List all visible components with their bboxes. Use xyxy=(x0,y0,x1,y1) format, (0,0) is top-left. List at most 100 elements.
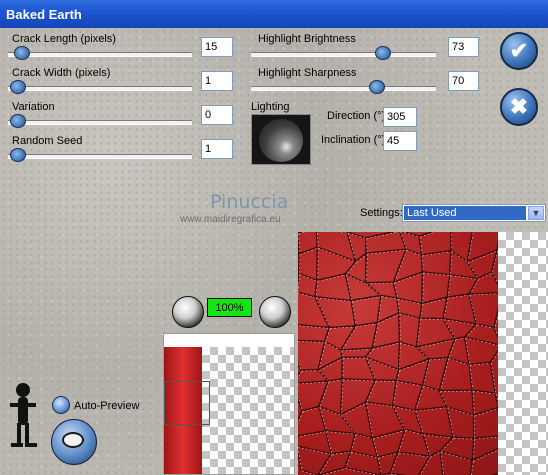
crack-line xyxy=(340,325,357,351)
crack-line xyxy=(414,406,448,412)
crack-line xyxy=(414,410,424,435)
crack-highlight xyxy=(399,359,430,371)
crack-width-slider[interactable] xyxy=(8,80,192,94)
light-sphere-icon xyxy=(259,119,303,162)
crack-highlight xyxy=(319,381,330,408)
crack-line xyxy=(298,430,326,437)
variation-input[interactable]: 0 xyxy=(201,105,233,125)
random-seed-slider[interactable] xyxy=(8,148,192,162)
highlight-brightness-slider[interactable] xyxy=(251,46,436,60)
crack-line xyxy=(416,338,456,348)
crack-line xyxy=(489,349,498,363)
crack-highlight xyxy=(366,232,400,239)
crack-highlight xyxy=(448,339,457,359)
main-preview[interactable] xyxy=(298,232,498,475)
zoom-in-button[interactable] xyxy=(259,296,291,328)
crack-line xyxy=(298,447,302,471)
crack-line xyxy=(391,405,406,430)
crack-line xyxy=(372,428,405,439)
crack-highlight xyxy=(318,357,344,371)
preview-button[interactable] xyxy=(51,419,97,465)
crack-width-input[interactable]: 1 xyxy=(201,71,233,91)
crack-line xyxy=(439,450,444,475)
random-seed-slider-thumb[interactable] xyxy=(10,148,26,162)
crack-length-slider-thumb[interactable] xyxy=(14,46,30,60)
navigator-viewport-box[interactable] xyxy=(164,381,210,425)
crack-line xyxy=(421,358,430,386)
crack-line xyxy=(317,341,326,370)
crack-line xyxy=(377,451,399,459)
zoom-out-button[interactable] xyxy=(172,296,204,328)
crack-line xyxy=(366,248,407,255)
highlight-sharpness-slider-thumb[interactable] xyxy=(369,80,385,94)
crack-line xyxy=(405,248,422,256)
direction-input[interactable]: 305 xyxy=(383,107,417,127)
crack-line xyxy=(372,341,400,349)
crack-line xyxy=(392,404,415,412)
crack-length-input[interactable]: 15 xyxy=(201,37,233,57)
variation-slider-thumb[interactable] xyxy=(10,114,26,128)
crack-line xyxy=(315,296,352,302)
crack-line xyxy=(417,455,431,475)
crack-line xyxy=(396,379,423,387)
lighting-sphere-control[interactable] xyxy=(251,114,311,165)
crack-line xyxy=(346,232,366,239)
random-seed-input[interactable]: 1 xyxy=(201,139,233,159)
crack-line xyxy=(468,294,478,325)
cancel-button[interactable]: ✖ xyxy=(500,88,538,126)
crack-line xyxy=(316,273,346,282)
crack-highlight xyxy=(401,232,421,238)
highlight-sharpness-slider[interactable] xyxy=(251,80,436,94)
crack-line xyxy=(399,232,407,250)
crack-line xyxy=(398,312,421,319)
crack-line xyxy=(449,273,478,280)
highlight-brightness-slider-thumb[interactable] xyxy=(375,46,391,60)
crack-line xyxy=(463,336,470,365)
crack-line xyxy=(317,246,356,263)
crack-line xyxy=(365,281,394,284)
crack-highlight xyxy=(443,319,478,326)
crack-line xyxy=(404,428,424,435)
watermark-site: www.maidiregrafica.eu xyxy=(180,214,281,225)
crack-line xyxy=(442,317,477,325)
crack-line xyxy=(371,322,379,349)
crack-line xyxy=(350,450,378,459)
crack-line xyxy=(477,271,492,280)
crack-width-slider-thumb[interactable] xyxy=(10,80,26,94)
help-figure-icon[interactable] xyxy=(6,381,40,451)
crack-highlight xyxy=(465,324,478,339)
crack-line xyxy=(468,278,479,295)
crack-line xyxy=(324,340,342,351)
crack-line xyxy=(300,368,319,372)
crack-line xyxy=(318,406,327,432)
crack-line xyxy=(397,451,430,458)
highlight-brightness-input[interactable]: 73 xyxy=(448,37,479,57)
inclination-input[interactable]: 45 xyxy=(383,131,417,151)
crack-line xyxy=(298,445,332,455)
crack-length-slider[interactable] xyxy=(8,46,192,60)
crack-line xyxy=(397,341,401,370)
crack-line xyxy=(490,249,498,273)
highlight-sharpness-input[interactable]: 70 xyxy=(448,71,479,91)
variation-slider[interactable] xyxy=(8,114,192,128)
navigator-transparency xyxy=(202,347,294,474)
crack-line xyxy=(442,318,456,340)
auto-preview-toggle[interactable] xyxy=(52,396,70,414)
lighting-label: Lighting xyxy=(251,101,290,113)
crack-highlight xyxy=(439,358,449,392)
crack-highlight xyxy=(366,380,377,403)
crack-line xyxy=(350,300,357,327)
crack-line xyxy=(298,339,325,343)
crack-line xyxy=(318,405,341,416)
settings-dropdown[interactable]: Last Used ▼ xyxy=(402,204,546,222)
navigator-preview[interactable] xyxy=(163,333,295,475)
ok-button[interactable]: ✔ xyxy=(500,32,538,70)
crack-line xyxy=(318,380,329,407)
crack-line xyxy=(344,260,357,275)
crack-line xyxy=(345,273,366,284)
crack-highlight xyxy=(372,430,406,440)
inclination-label: Inclination (°) xyxy=(321,134,386,146)
crack-highlight xyxy=(378,313,400,324)
crack-line xyxy=(447,356,470,366)
chevron-down-icon[interactable]: ▼ xyxy=(528,206,544,220)
